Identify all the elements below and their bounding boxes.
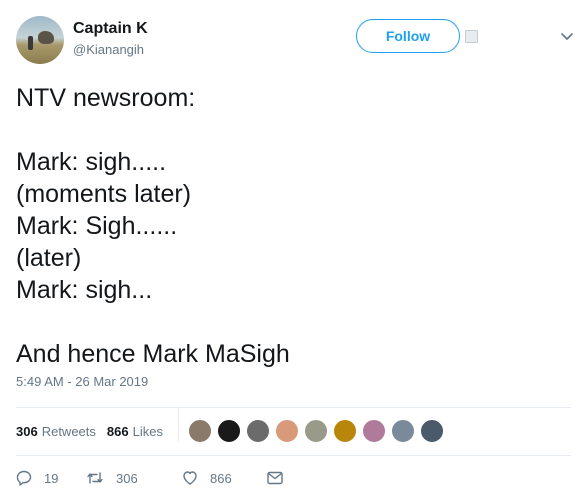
stats-separator <box>178 408 179 442</box>
tweet-header: Captain K @Kianangih Follow <box>16 14 576 66</box>
liker-avatar[interactable] <box>217 419 241 443</box>
tweet-line: And hence Mark MaSigh <box>16 340 290 368</box>
tweet-line <box>16 114 576 146</box>
liker-avatar[interactable] <box>275 419 299 443</box>
user-handle[interactable]: @Kianangih <box>73 41 148 59</box>
avatar-person-shape <box>28 36 33 50</box>
tweet-line <box>16 306 576 338</box>
avatar-elephant-shape <box>38 31 54 44</box>
tweet-line: (later) <box>16 244 82 272</box>
reply-icon <box>16 470 32 486</box>
follow-button[interactable]: Follow <box>356 19 460 53</box>
liker-avatar[interactable] <box>391 419 415 443</box>
tweet-actions: 19 306 866 <box>16 468 295 488</box>
author-names: Captain K @Kianangih <box>73 19 148 59</box>
tweet-line: Mark: sigh..... <box>16 148 167 176</box>
retweets-count: 306 <box>16 423 38 439</box>
liker-avatar[interactable] <box>362 419 386 443</box>
tweet-line: (moments later) <box>16 180 192 208</box>
divider-bottom <box>16 455 571 456</box>
avatar[interactable] <box>16 16 64 64</box>
liker-avatar[interactable] <box>246 419 270 443</box>
direct-message-button[interactable] <box>267 471 295 485</box>
divider-top <box>16 407 571 408</box>
follow-extension-icon <box>465 30 478 43</box>
chevron-down-icon[interactable] <box>560 32 574 42</box>
tweet-line: Mark: Sigh...... <box>16 212 178 240</box>
tweet-line: Mark: sigh... <box>16 276 153 304</box>
reply-button[interactable]: 19 <box>16 470 86 486</box>
like-count: 866 <box>210 470 232 486</box>
liker-avatar[interactable] <box>333 419 357 443</box>
tweet-text: NTV newsroom: Mark: sigh..... (moments l… <box>16 82 576 370</box>
retweet-button[interactable]: 306 <box>86 470 182 486</box>
liker-avatar[interactable] <box>188 419 212 443</box>
liker-avatar[interactable] <box>304 419 328 443</box>
likes-stat[interactable]: 866 Likes <box>107 424 163 439</box>
like-button[interactable]: 866 <box>182 470 267 486</box>
likes-label: Likes <box>132 423 163 439</box>
retweet-icon <box>87 472 103 484</box>
reply-count: 19 <box>44 470 59 486</box>
tweet-stats: 306 Retweets 866 Likes <box>16 420 174 442</box>
retweets-stat[interactable]: 306 Retweets <box>16 424 96 439</box>
likers-avatars <box>188 419 449 443</box>
retweets-label: Retweets <box>41 423 96 439</box>
tweet-line: NTV newsroom: <box>16 84 196 112</box>
retweet-count: 306 <box>116 470 138 486</box>
envelope-icon <box>267 471 283 485</box>
likes-count: 866 <box>106 423 129 439</box>
display-name[interactable]: Captain K <box>73 19 148 39</box>
heart-icon <box>183 471 197 485</box>
liker-avatar[interactable] <box>420 419 444 443</box>
tweet-timestamp[interactable]: 5:49 AM - 26 Mar 2019 <box>16 374 148 389</box>
